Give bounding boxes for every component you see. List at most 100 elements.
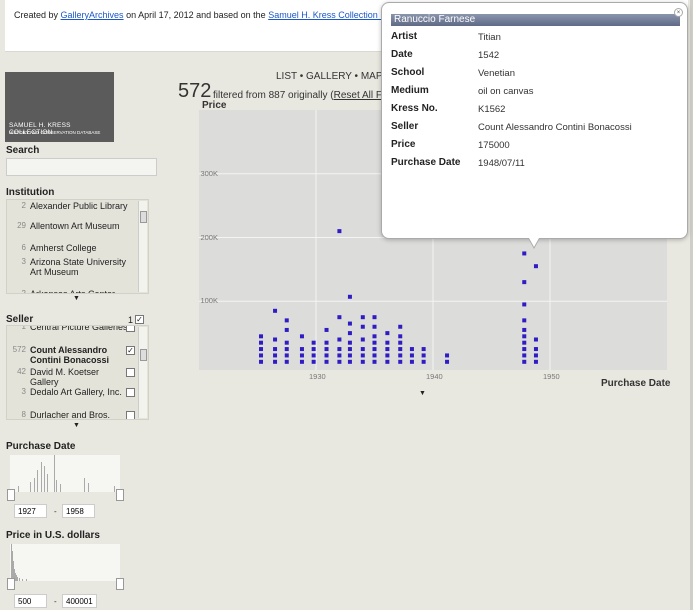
institution-scroll-thumb[interactable] (140, 211, 147, 223)
data-point[interactable] (385, 340, 390, 345)
purchase-date-max-handle[interactable] (116, 489, 124, 501)
data-point[interactable] (522, 353, 527, 358)
data-point[interactable] (360, 347, 365, 352)
data-point[interactable] (421, 347, 426, 352)
data-point[interactable] (409, 353, 414, 358)
data-point[interactable] (522, 340, 527, 345)
price-max-handle[interactable] (116, 578, 124, 590)
purchase-date-max-input[interactable] (62, 504, 95, 518)
data-point[interactable] (324, 347, 329, 352)
close-icon[interactable]: × (674, 8, 683, 17)
purchase-date-min-input[interactable] (14, 504, 47, 518)
data-point[interactable] (409, 347, 414, 352)
institution-scrollbar[interactable] (138, 201, 147, 292)
data-point[interactable] (533, 359, 538, 364)
data-point[interactable] (259, 334, 264, 339)
data-point[interactable] (273, 359, 278, 364)
data-point[interactable] (284, 359, 289, 364)
data-point[interactable] (324, 340, 329, 345)
data-point[interactable] (284, 347, 289, 352)
price-min-handle[interactable] (7, 578, 15, 590)
data-point[interactable] (522, 280, 527, 285)
data-point[interactable] (533, 347, 538, 352)
data-point[interactable] (372, 353, 377, 358)
seller-scroll-thumb[interactable] (140, 349, 147, 361)
data-point[interactable] (259, 340, 264, 345)
source-link[interactable]: Samuel H. Kress Collection Pr (268, 10, 389, 20)
data-point[interactable] (398, 359, 403, 364)
seller-expand-icon[interactable]: ▼ (73, 422, 80, 429)
data-point[interactable] (522, 334, 527, 339)
data-point[interactable] (360, 324, 365, 329)
seller-item-checkbox[interactable] (126, 411, 135, 419)
data-point[interactable] (311, 359, 316, 364)
data-point[interactable] (421, 353, 426, 358)
price-min-input[interactable] (14, 594, 47, 608)
search-input[interactable] (6, 158, 157, 176)
data-point[interactable] (347, 359, 352, 364)
data-point[interactable] (273, 308, 278, 313)
data-point[interactable] (533, 353, 538, 358)
data-point[interactable] (360, 359, 365, 364)
data-point[interactable] (337, 337, 342, 342)
data-point[interactable] (360, 353, 365, 358)
data-point[interactable] (445, 353, 450, 358)
data-point[interactable] (347, 353, 352, 358)
data-point[interactable] (299, 347, 304, 352)
data-point[interactable] (337, 229, 342, 234)
data-point[interactable] (398, 334, 403, 339)
data-point[interactable] (372, 334, 377, 339)
institution-expand-icon[interactable]: ▼ (73, 295, 80, 302)
data-point[interactable] (284, 327, 289, 332)
seller-item-checkbox[interactable]: ✓ (126, 346, 135, 355)
seller-clear-checkbox[interactable]: ✓ (135, 315, 144, 324)
purchase-date-min-handle[interactable] (7, 489, 15, 501)
data-point[interactable] (398, 340, 403, 345)
popup-title[interactable]: Ranuccio Farnese (391, 14, 680, 26)
data-point[interactable] (385, 347, 390, 352)
price-max-input[interactable] (62, 594, 97, 608)
data-point[interactable] (347, 347, 352, 352)
data-point[interactable] (347, 340, 352, 345)
data-point[interactable] (337, 353, 342, 358)
data-point[interactable] (533, 264, 538, 269)
data-point[interactable] (311, 340, 316, 345)
data-point[interactable] (522, 359, 527, 364)
data-point[interactable] (347, 294, 352, 299)
data-point[interactable] (284, 318, 289, 323)
data-point[interactable] (324, 327, 329, 332)
data-point[interactable] (284, 353, 289, 358)
data-point[interactable] (299, 359, 304, 364)
data-point[interactable] (360, 337, 365, 342)
data-point[interactable] (299, 353, 304, 358)
data-point[interactable] (398, 347, 403, 352)
data-point[interactable] (445, 359, 450, 364)
data-point[interactable] (385, 331, 390, 336)
data-point[interactable] (522, 251, 527, 256)
data-point[interactable] (311, 347, 316, 352)
data-point[interactable] (273, 353, 278, 358)
data-point[interactable] (347, 331, 352, 336)
data-point[interactable] (259, 353, 264, 358)
data-point[interactable] (273, 337, 278, 342)
data-point[interactable] (284, 340, 289, 345)
data-point[interactable] (259, 359, 264, 364)
data-point[interactable] (259, 347, 264, 352)
data-point[interactable] (372, 347, 377, 352)
data-point[interactable] (299, 334, 304, 339)
data-point[interactable] (409, 359, 414, 364)
data-point[interactable] (522, 327, 527, 332)
data-point[interactable] (372, 324, 377, 329)
data-point[interactable] (522, 318, 527, 323)
data-point[interactable] (337, 347, 342, 352)
data-point[interactable] (360, 315, 365, 320)
seller-item-checkbox[interactable] (126, 368, 135, 377)
data-point[interactable] (372, 315, 377, 320)
data-point[interactable] (337, 359, 342, 364)
data-point[interactable] (324, 353, 329, 358)
data-point[interactable] (372, 340, 377, 345)
data-point[interactable] (311, 353, 316, 358)
data-point[interactable] (522, 347, 527, 352)
data-point[interactable] (421, 359, 426, 364)
data-point[interactable] (337, 315, 342, 320)
